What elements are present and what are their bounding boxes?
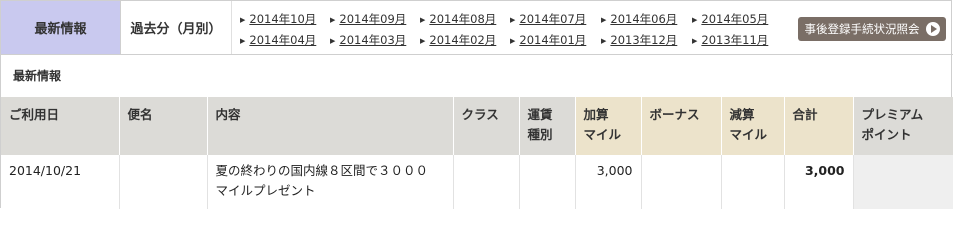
- triangle-right-icon: ▶: [330, 16, 336, 24]
- month-link[interactable]: ▶ 2013年12月: [601, 32, 677, 48]
- triangle-right-icon: ▶: [240, 37, 246, 45]
- header-flight: 便名: [119, 97, 208, 155]
- tab-latest-label: 最新情報: [34, 22, 87, 37]
- tab-latest-info[interactable]: 最新情報: [1, 1, 121, 54]
- triangle-right-icon: ▶: [601, 37, 607, 45]
- month-link[interactable]: ▶ 2014年09月: [330, 11, 406, 27]
- month-link[interactable]: ▶ 2014年07月: [510, 11, 586, 27]
- triangle-right-icon: ▶: [240, 16, 246, 24]
- arrow-right-circle-icon: [925, 22, 940, 36]
- header-bonus: ボーナス: [641, 97, 722, 155]
- triangle-right-icon: ▶: [420, 37, 426, 45]
- post-registration-status-button[interactable]: 事後登録手続状況照会: [798, 17, 946, 41]
- triangle-right-icon: ▶: [510, 16, 516, 24]
- cell-added-miles: 3,000: [575, 155, 642, 209]
- cell-content: 夏の終わりの国内線８区間で３０００ マイルプレゼント: [207, 155, 454, 209]
- month-link[interactable]: ▶ 2014年05月: [692, 11, 768, 27]
- cell-deducted-miles: [721, 155, 785, 209]
- mileage-history-panel: 最新情報 過去分（月別） ▶ 2014年10月 ▶ 2014年09月 ▶ 2014年0…: [0, 0, 953, 209]
- cell-fare-type: [519, 155, 576, 209]
- month-links: ▶ 2014年10月 ▶ 2014年09月 ▶ 2014年08月 ▶ 2014年07月 …: [232, 1, 792, 53]
- status-button-label: 事後登録手続状況照会: [804, 22, 920, 36]
- month-link[interactable]: ▶ 2014年04月: [240, 32, 316, 48]
- cell-class: [453, 155, 520, 209]
- cell-flight: [119, 155, 208, 209]
- cell-bonus: [641, 155, 722, 209]
- month-link[interactable]: ▶ 2014年10月: [240, 11, 316, 27]
- header-total: 合計: [784, 97, 854, 155]
- header-premium-points: プレミアム ポイント: [853, 97, 953, 155]
- tab-past-label: 過去分（月別）: [130, 22, 222, 37]
- header-class: クラス: [453, 97, 520, 155]
- header-added-miles: 加算 マイル: [575, 97, 642, 155]
- triangle-right-icon: ▶: [601, 16, 607, 24]
- triangle-right-icon: ▶: [692, 16, 698, 24]
- triangle-right-icon: ▶: [330, 37, 336, 45]
- cell-premium-points: [853, 155, 953, 209]
- table-row: 2014/10/21 夏の終わりの国内線８区間で３０００ マイルプレゼント 3,0…: [1, 155, 953, 209]
- mileage-table: ご利用日 便名 内容 クラス 運賃 種別 加算 マイル ボーナス 減算 マイル 合計 …: [1, 97, 953, 209]
- month-link[interactable]: ▶ 2014年08月: [420, 11, 496, 27]
- month-link[interactable]: ▶ 2014年03月: [330, 32, 406, 48]
- month-link[interactable]: ▶ 2013年11月: [692, 32, 768, 48]
- header-date: ご利用日: [1, 97, 120, 155]
- triangle-right-icon: ▶: [420, 16, 426, 24]
- section-title: 最新情報: [13, 69, 62, 83]
- header-fare-type: 運賃 種別: [519, 97, 576, 155]
- month-link[interactable]: ▶ 2014年01月: [510, 32, 586, 48]
- table-header-row: ご利用日 便名 内容 クラス 運賃 種別 加算 マイル ボーナス 減算 マイル 合計 …: [1, 97, 953, 155]
- triangle-right-icon: ▶: [510, 37, 516, 45]
- month-link[interactable]: ▶ 2014年06月: [601, 11, 677, 27]
- header-content: 内容: [207, 97, 454, 155]
- header-deducted-miles: 減算 マイル: [721, 97, 785, 155]
- tab-past-by-month[interactable]: 過去分（月別）: [121, 1, 232, 54]
- triangle-right-icon: ▶: [692, 37, 698, 45]
- month-link[interactable]: ▶ 2014年02月: [420, 32, 496, 48]
- cell-date: 2014/10/21: [1, 155, 120, 209]
- cell-total: 3,000: [784, 155, 854, 209]
